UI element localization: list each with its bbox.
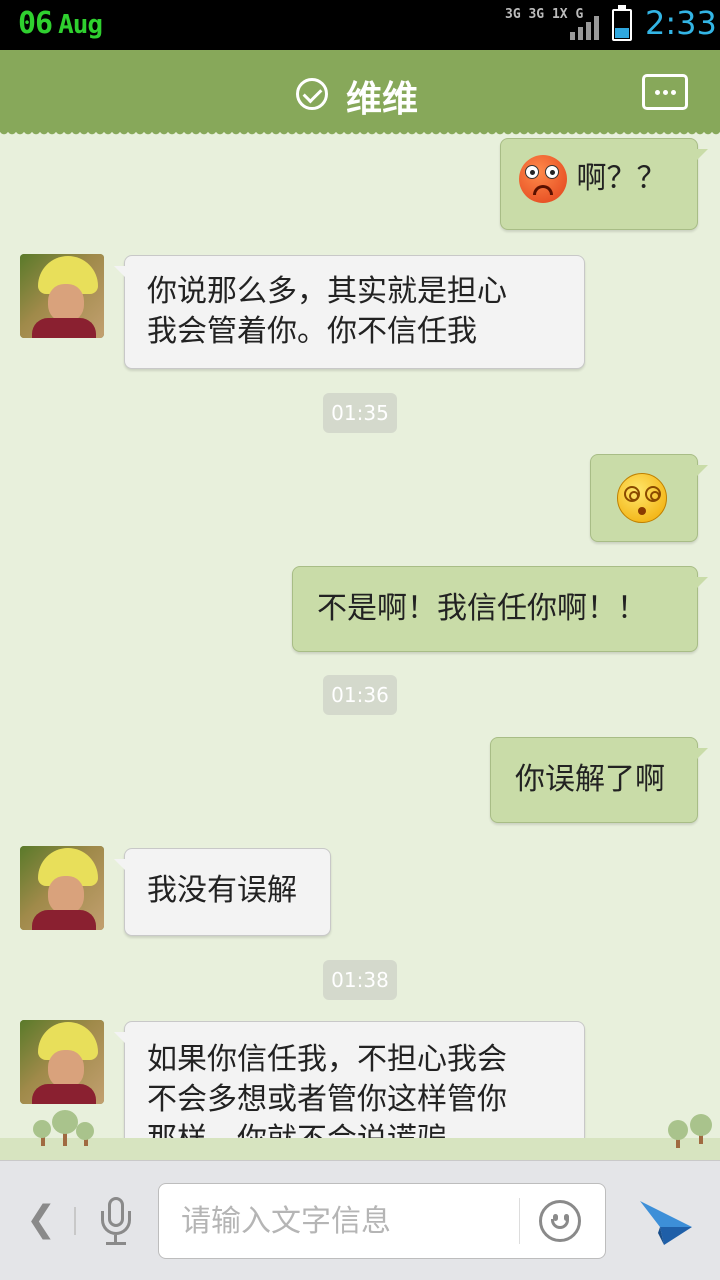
message-input-bar: ❮ [0, 1160, 720, 1280]
divider [74, 1207, 76, 1235]
status-date-day: 06 [18, 6, 53, 41]
chat-header: 维维 [0, 50, 720, 138]
signal-bars-icon [570, 16, 600, 40]
chevron-left-icon[interactable]: ❮ [26, 1199, 56, 1240]
divider [519, 1198, 520, 1244]
status-date-month: Aug [58, 10, 103, 40]
message-text-field [158, 1183, 606, 1259]
contact-avatar[interactable] [20, 1020, 104, 1104]
message-text-line: 你说那么多，其实就是担心 [147, 274, 507, 309]
message-text-line: 我会管着你。你不信任我 [147, 314, 477, 349]
status-bar: 06 Aug 3G 3G 1X G 2:33 [0, 0, 720, 50]
chat-message-list[interactable]: 啊？？ 你说那么多，其实就是担心 我会管着你。你不信任我 01:35 不是啊！我… [0, 132, 720, 1160]
message-text: 我没有误解 [147, 873, 297, 908]
smiley-icon[interactable] [539, 1200, 581, 1242]
message-text: 啊？？ [576, 161, 667, 196]
status-date: 06 Aug [18, 6, 103, 41]
contact-avatar[interactable] [20, 254, 104, 338]
background-landscape-decoration [0, 1100, 720, 1160]
dizzy-face-emoji-icon [617, 473, 667, 523]
message-input[interactable] [181, 1200, 511, 1242]
message-text: 不是啊！我信任你啊！！ [317, 591, 647, 626]
sad-face-emoji-icon [519, 155, 567, 203]
timestamp-label: 01:36 [323, 675, 397, 715]
status-time: 2:33 [645, 4, 717, 42]
message-text: 你误解了啊 [515, 762, 665, 797]
message-bubble-incoming[interactable]: 你说那么多，其实就是担心 我会管着你。你不信任我 [114, 255, 585, 369]
message-text-line: 如果你信任我，不担心我会 [147, 1042, 507, 1077]
contact-name[interactable]: 维维 [346, 70, 418, 122]
battery-icon [612, 5, 632, 41]
message-bubble-outgoing[interactable]: 你误解了啊 [490, 737, 708, 823]
message-bubble-incoming[interactable]: 我没有误解 [114, 848, 331, 936]
microphone-icon[interactable] [98, 1197, 134, 1247]
timestamp-label: 01:38 [323, 960, 397, 1000]
message-bubble-outgoing[interactable] [590, 454, 708, 542]
chat-more-button[interactable] [642, 74, 688, 110]
contact-avatar[interactable] [20, 846, 104, 930]
send-icon[interactable] [638, 1193, 694, 1249]
message-bubble-outgoing[interactable]: 不是啊！我信任你啊！！ [292, 566, 708, 652]
timestamp-label: 01:35 [323, 393, 397, 433]
message-bubble-outgoing[interactable]: 啊？？ [500, 138, 708, 230]
check-circle-icon [296, 78, 328, 110]
